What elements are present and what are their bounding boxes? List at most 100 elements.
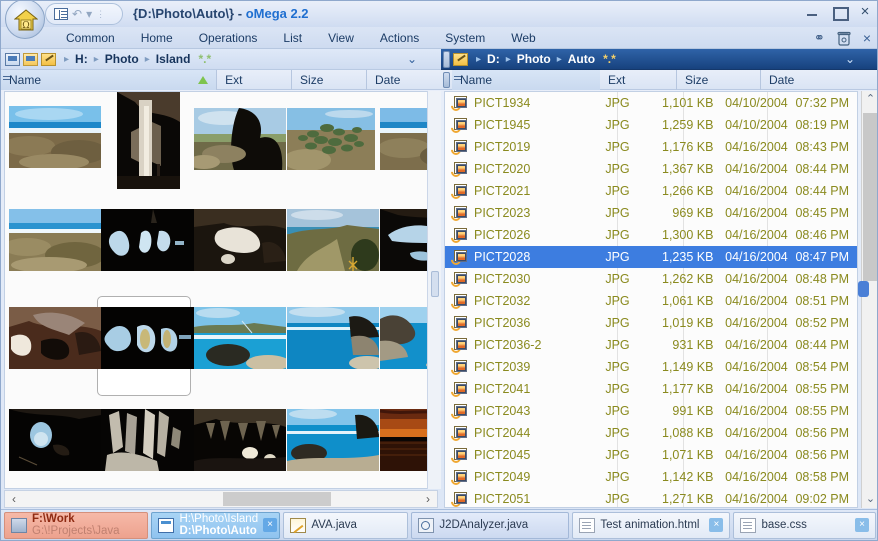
trash-icon[interactable] [837,31,851,46]
right-crumb-photo[interactable]: Photo [513,52,555,66]
vscroll-position-marker[interactable] [858,281,869,297]
right-col-name[interactable]: Name [452,70,600,90]
taskbar-close-icon[interactable]: × [263,518,277,532]
left-panel-vertical-strip[interactable] [427,91,441,489]
thumbnail-item[interactable] [117,92,180,189]
table-row[interactable]: PICT2039 JPG 1,149 KB 04/16/2004 08:54 P… [445,356,857,378]
table-row[interactable]: PICT2023 JPG 969 KB 04/16/2004 08:45 PM [445,202,857,224]
thumbnail-grid[interactable] [4,91,438,489]
right-panel-grip[interactable] [443,51,450,68]
taskbar-button-test-animation[interactable]: Test animation.html × [572,512,730,539]
table-row[interactable]: PICT2045 JPG 1,071 KB 04/16/2004 08:56 P… [445,444,857,466]
hscroll-track[interactable] [23,491,419,507]
scroll-left-icon[interactable]: ‹ [5,491,23,507]
maximize-button[interactable] [831,5,847,19]
chevron-down-icon[interactable]: ▾ [86,7,92,21]
file-list-vertical-scrollbar[interactable]: ⌃ ⌄ [861,91,878,508]
taskbar-button-base-css[interactable]: base.css × [733,512,876,539]
table-row[interactable]: PICT1945 JPG 1,259 KB 04/10/2004 08:19 P… [445,114,857,136]
table-row[interactable]: PICT2044 JPG 1,088 KB 04/16/2004 08:56 P… [445,422,857,444]
menu-view[interactable]: View [315,27,367,49]
right-crumb-auto[interactable]: Auto [564,52,599,66]
thumbnail-item[interactable] [287,209,379,271]
hscroll-thumb[interactable] [223,492,331,506]
table-row[interactable]: PICT2036-2 JPG 931 KB 04/16/2004 08:44 P… [445,334,857,356]
table-row[interactable]: PICT2026 JPG 1,300 KB 04/16/2004 08:46 P… [445,224,857,246]
thumbnail-item[interactable] [194,409,286,471]
app-menu-orb[interactable]: Ω [5,0,45,39]
thumbnail-item[interactable] [101,209,194,271]
thumbnail-item[interactable] [287,108,375,170]
menu-home[interactable]: Home [128,27,186,49]
panel-view-icon[interactable] [5,53,20,66]
thumbnail-horizontal-scrollbar[interactable]: ‹ › [4,490,438,508]
scroll-right-icon[interactable]: › [419,491,437,507]
panel-thumbs-view-icon[interactable] [23,53,38,66]
thumbnail-item[interactable] [9,307,101,369]
left-crumb-drive[interactable]: H: [71,52,92,66]
left-col-ext[interactable]: Ext [216,70,291,90]
edit-path-icon[interactable] [41,53,56,66]
close-panel-icon[interactable]: × [863,31,871,46]
quick-access-toolbar[interactable]: ↶ ▾ ⋮ [45,3,123,25]
scroll-down-icon[interactable]: ⌄ [862,491,878,508]
thumbnail-item[interactable] [287,409,379,471]
file-list[interactable]: PICT1934 JPG 1,101 KB 04/10/2004 07:32 P… [444,91,858,508]
scroll-up-icon[interactable]: ⌃ [862,91,878,108]
panes-icon[interactable] [54,8,68,20]
thumbnail-item[interactable] [287,307,379,369]
left-crumb-photo[interactable]: Photo [101,52,143,66]
vscroll-thumb[interactable] [863,113,878,281]
left-path-dropdown-icon[interactable]: ⌄ [407,52,417,66]
right-crumb-drive[interactable]: D: [483,52,504,66]
thumbnail-item[interactable] [9,209,101,271]
table-row[interactable]: PICT2021 JPG 1,266 KB 04/16/2004 08:44 P… [445,180,857,202]
taskbar-button-work[interactable]: F:\Work G:\!Projects\Java [4,512,148,539]
menu-common[interactable]: Common [53,27,128,49]
link-icon[interactable]: ⚭ [814,30,825,46]
right-path-dropdown-icon[interactable]: ⌄ [845,52,855,66]
table-row[interactable]: PICT2043 JPG 991 KB 04/16/2004 08:55 PM [445,400,857,422]
table-row[interactable]: PICT2030 JPG 1,262 KB 04/16/2004 08:48 P… [445,268,857,290]
left-path-bar[interactable]: ▸ H: ▸ Photo ▸ Island *.* ⌄ [1,49,441,70]
right-header-grip[interactable] [443,72,450,88]
minimize-button[interactable] [805,5,821,19]
table-row[interactable]: PICT2041 JPG 1,177 KB 04/16/2004 08:55 P… [445,378,857,400]
thumbnail-item[interactable] [9,106,101,168]
taskbar-close-icon[interactable]: × [709,518,723,532]
right-path-bar[interactable]: ▸ D: ▸ Photo ▸ Auto *.* ⌄ [441,49,878,70]
left-col-name[interactable]: Name [1,70,216,90]
menu-system[interactable]: System [432,27,498,49]
edit-path-icon[interactable] [453,53,468,66]
thumbnail-item[interactable] [194,209,286,271]
thumbnail-item[interactable] [9,409,101,471]
right-col-size[interactable]: Size [676,70,760,90]
right-col-date[interactable]: Date [760,70,850,90]
left-col-date[interactable]: Date [366,70,441,90]
menu-operations[interactable]: Operations [186,27,271,49]
close-button[interactable]: × [857,5,873,19]
table-row[interactable]: PICT2051 JPG 1,271 KB 04/16/2004 09:02 P… [445,488,857,508]
undo-icon[interactable]: ↶ [72,7,82,21]
table-row[interactable]: PICT2032 JPG 1,061 KB 04/16/2004 08:51 P… [445,290,857,312]
menu-list[interactable]: List [270,27,315,49]
thumbnail-item[interactable] [101,409,194,471]
table-row-selected[interactable]: PICT2028 JPG 1,235 KB 04/16/2004 08:47 P… [445,246,857,268]
left-col-size[interactable]: Size [291,70,366,90]
thumbnail-item[interactable] [101,307,194,369]
taskbar-button-ava-java[interactable]: AVA.java [283,512,408,539]
left-crumb-island[interactable]: Island [152,52,195,66]
table-row[interactable]: PICT2049 JPG 1,142 KB 04/16/2004 08:58 P… [445,466,857,488]
taskbar-button-j2danalyzer[interactable]: J2DAnalyzer.java [411,512,569,539]
table-row[interactable]: PICT2036 JPG 1,019 KB 04/16/2004 08:52 P… [445,312,857,334]
qat-dots-icon[interactable]: ⋮ [96,9,104,20]
menu-actions[interactable]: Actions [367,27,432,49]
taskbar-button-photo[interactable]: H:\Photo\Island D:\Photo\Auto × [151,512,280,539]
thumbnail-item[interactable] [194,108,286,170]
table-row[interactable]: PICT2019 JPG 1,176 KB 04/16/2004 08:43 P… [445,136,857,158]
thumbnail-item[interactable] [194,307,286,369]
table-row[interactable]: PICT2020 JPG 1,367 KB 04/16/2004 08:44 P… [445,158,857,180]
table-row[interactable]: PICT1934 JPG 1,101 KB 04/10/2004 07:32 P… [445,92,857,114]
taskbar-close-icon[interactable]: × [855,518,869,532]
right-col-ext[interactable]: Ext [600,70,676,90]
